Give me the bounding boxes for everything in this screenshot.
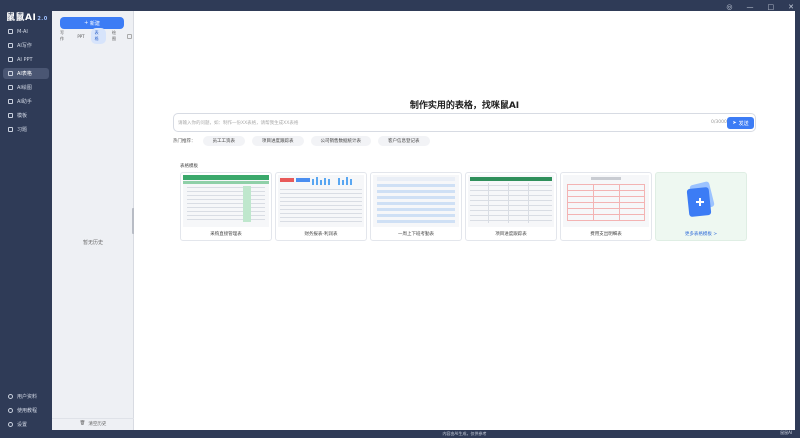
tab-table[interactable]: 表格 bbox=[90, 28, 106, 44]
bot-icon bbox=[8, 99, 13, 104]
slides-icon bbox=[8, 57, 13, 62]
tab-ppt[interactable]: PPT bbox=[73, 32, 88, 41]
trash-icon: 🗑 bbox=[79, 421, 86, 426]
history-panel: + 新建 写作 PPT 表格 绘图 暂无历史 🗑 清空历史 bbox=[52, 11, 134, 430]
more-templates-card[interactable]: 更多表格模板 > bbox=[655, 172, 747, 241]
page-title: 制作实用的表格，找咪鼠AI bbox=[409, 101, 520, 111]
template-card[interactable]: 财务报表-利润表 bbox=[275, 172, 367, 241]
user-icon bbox=[8, 394, 13, 399]
prompt-box: 0/3000 ➤发送 bbox=[173, 113, 756, 132]
footer-disclaimer: 内容由AI生成，仅供参考 bbox=[442, 431, 487, 436]
template-card[interactable]: 费用支出明细表 bbox=[560, 172, 652, 241]
tab-writing[interactable]: 写作 bbox=[56, 28, 71, 44]
template-thumbnail bbox=[183, 175, 269, 227]
help-icon bbox=[8, 408, 13, 413]
template-icon bbox=[8, 113, 13, 118]
template-label: 采购直接管理表 bbox=[210, 232, 242, 237]
hot-recommendations: 热门推荐： 员工工资表 项目进度跟踪表 公司销售数据统计表 客户信息登记表 bbox=[173, 136, 430, 146]
nav-tutorial[interactable]: 使用教程 bbox=[3, 405, 49, 416]
hot-chip[interactable]: 员工工资表 bbox=[202, 136, 245, 146]
minimize-icon[interactable]: — bbox=[747, 3, 754, 11]
nav-item-ai-writing[interactable]: AI写作 bbox=[3, 40, 49, 51]
gear-icon bbox=[8, 422, 13, 427]
prompt-input[interactable] bbox=[178, 118, 658, 128]
template-label: 项目进度跟踪表 bbox=[495, 232, 527, 237]
nav-user-profile[interactable]: 用户资料 bbox=[3, 391, 49, 402]
nav-item-ai-assistant[interactable]: AI助手 bbox=[3, 96, 49, 107]
hot-label: 热门推荐： bbox=[173, 139, 196, 144]
template-label: 费用支出明细表 bbox=[590, 232, 622, 237]
pen-icon bbox=[8, 43, 13, 48]
collapse-icon[interactable] bbox=[127, 33, 133, 39]
plus-icon: + bbox=[84, 20, 89, 26]
maximize-icon[interactable]: □ bbox=[768, 3, 775, 11]
nav-settings[interactable]: 设置 bbox=[3, 419, 49, 430]
window-controls: ◎ — □ ✕ bbox=[726, 3, 794, 11]
nav-item-ai-table[interactable]: AI表格 bbox=[3, 68, 49, 79]
history-tabs: 写作 PPT 表格 绘图 bbox=[56, 28, 133, 44]
hot-chip[interactable]: 客户信息登记表 bbox=[378, 136, 430, 146]
template-card[interactable]: 采购直接管理表 bbox=[180, 172, 272, 241]
template-thumbnail bbox=[468, 175, 554, 227]
book-icon bbox=[8, 127, 13, 132]
template-label: 更多表格模板 > bbox=[684, 232, 718, 237]
nav-item-m-ai[interactable]: M-AI bbox=[3, 26, 49, 37]
send-icon: ➤ bbox=[732, 120, 737, 126]
template-grid: 采购直接管理表 财务报表-利润表 一周上下班考勤表 项目进度跟踪表 费用支出明细… bbox=[180, 172, 747, 241]
table-icon bbox=[8, 71, 13, 76]
bell-icon[interactable]: ◎ bbox=[726, 3, 732, 11]
close-icon[interactable]: ✕ bbox=[788, 3, 794, 11]
send-button[interactable]: ➤ 发送 bbox=[727, 117, 754, 129]
template-label: 财务报表-利润表 bbox=[304, 232, 338, 237]
left-nav: 鼠鼠AI2.0 M-AI AI写作 AI PPT AI表格 AI绘图 AI助手 … bbox=[0, 0, 52, 438]
history-empty-text: 暂无历史 bbox=[82, 240, 103, 246]
nav-item-templates[interactable]: 模板 bbox=[3, 110, 49, 121]
more-templates-illustration bbox=[658, 175, 744, 227]
nav-item-ai-ppt[interactable]: AI PPT bbox=[3, 54, 49, 65]
main-content: 制作实用的表格，找咪鼠AI 0/3000 ➤发送 热门推荐： 员工工资表 项目进… bbox=[134, 11, 795, 430]
chat-icon bbox=[8, 29, 13, 34]
template-thumbnail bbox=[563, 175, 649, 227]
templates-heading: 表格模板 bbox=[180, 164, 198, 169]
tab-drawing[interactable]: 绘图 bbox=[108, 28, 123, 44]
template-thumbnail bbox=[373, 175, 459, 227]
char-counter: 0/3000 bbox=[711, 120, 727, 125]
template-card[interactable]: 一周上下班考勤表 bbox=[370, 172, 462, 241]
nav-item-ai-drawing[interactable]: AI绘图 bbox=[3, 82, 49, 93]
hot-chip[interactable]: 公司销售数据统计表 bbox=[310, 136, 371, 146]
template-label: 一周上下班考勤表 bbox=[398, 232, 434, 237]
app-logo: 鼠鼠AI2.0 bbox=[6, 13, 48, 23]
template-thumbnail bbox=[278, 175, 364, 227]
hot-chip[interactable]: 项目进度跟踪表 bbox=[252, 136, 304, 146]
template-card[interactable]: 项目进度跟踪表 bbox=[465, 172, 557, 241]
watermark: 鼠鼠AI bbox=[780, 430, 792, 435]
clear-history-button[interactable]: 🗑 清空历史 bbox=[52, 418, 134, 428]
image-icon bbox=[8, 85, 13, 90]
nav-item-exercises[interactable]: 习题 bbox=[3, 124, 49, 135]
